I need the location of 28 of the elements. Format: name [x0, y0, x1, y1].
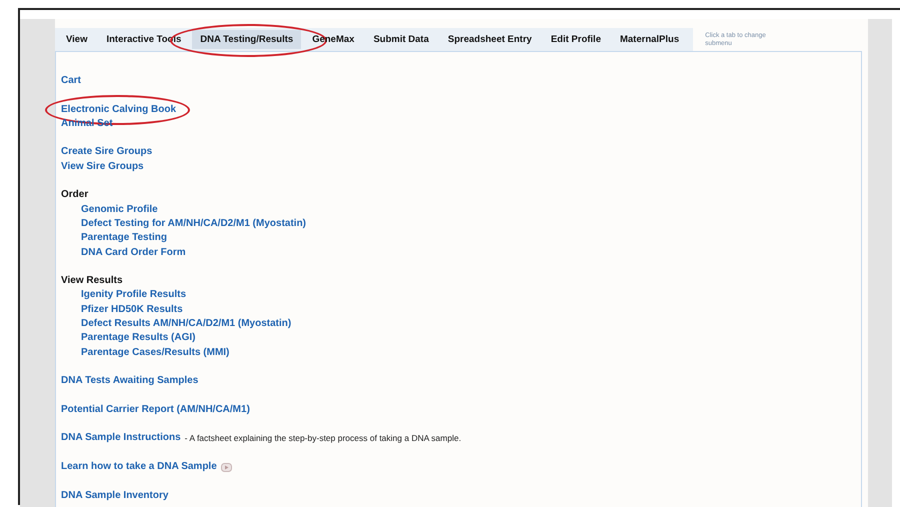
section-heading: View Results	[61, 274, 124, 288]
menu-link[interactable]: Defect Testing for AM/NH/CA/D2/M1 (Myostatin)	[81, 216, 306, 232]
menu-link[interactable]: DNA Card Order Form	[81, 246, 186, 260]
nav-tab[interactable]: View	[58, 30, 96, 49]
menu-link[interactable]: DNA Sample Instructions	[61, 431, 181, 446]
menu-link[interactable]: Cart	[61, 74, 82, 88]
menu-link[interactable]: Parentage Results (AGI)	[81, 331, 196, 346]
nav-tab[interactable]: Submit Data	[365, 30, 437, 49]
menu-link[interactable]: Parentage Testing	[81, 231, 167, 246]
menu-link[interactable]: View Sire Groups	[61, 160, 144, 174]
nav-tab[interactable]: DNA Testing/Results	[192, 30, 302, 49]
nav-tab[interactable]: MaternalPlus	[612, 30, 688, 49]
play-icon[interactable]	[220, 462, 232, 472]
menu-link[interactable]: Defect Results AM/NH/CA/D2/M1 (Myostatin)	[81, 317, 292, 332]
menu-link[interactable]: DNA Tests Awaiting Samples	[61, 374, 198, 389]
menu-link[interactable]: Pfizer HD50K Results	[81, 302, 183, 318]
nav-tab[interactable]: Spreadsheet Entry	[440, 30, 540, 49]
menu-link[interactable]: Parentage Cases/Results (MMI)	[81, 346, 230, 360]
menu-link[interactable]: DNA Sample Inventory	[61, 488, 168, 503]
menu-link[interactable]: Potential Carrier Report (AM/NH/CA/M1)	[61, 402, 250, 418]
menu-link[interactable]: Igenity Profile Results	[81, 288, 186, 303]
section-heading: Order	[61, 188, 90, 202]
nav-tab[interactable]: Edit Profile	[542, 30, 609, 49]
link-description: - A factsheet explaining the step-by-step process of taking a DNA sample.	[184, 432, 462, 446]
menu-link[interactable]: Create Sire Groups	[61, 145, 152, 160]
menu-link[interactable]: Learn how to take a DNA Sample	[61, 460, 217, 474]
menu-link[interactable]: Electronic Calving Book	[61, 102, 176, 117]
menu-link[interactable]: Genomic Profile	[81, 202, 158, 217]
